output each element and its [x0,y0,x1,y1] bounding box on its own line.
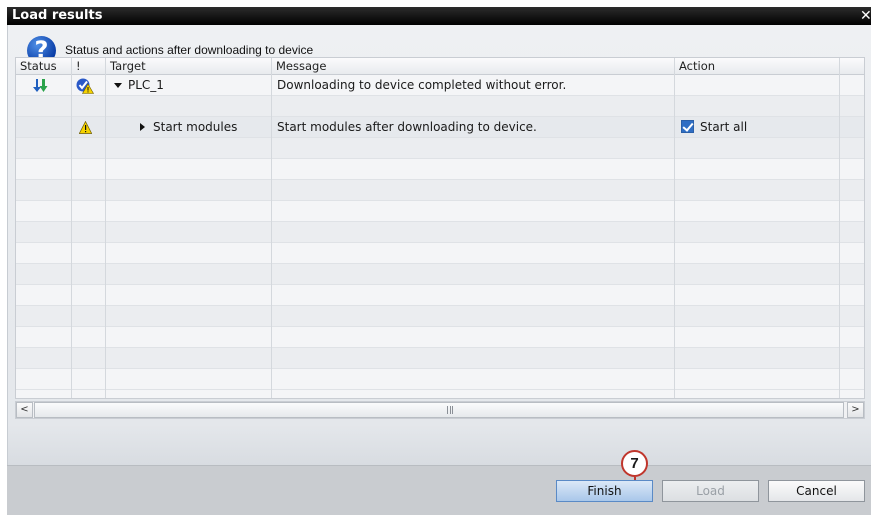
column-divider [674,58,675,398]
scroll-right-button[interactable]: > [847,402,864,418]
table-row [16,369,864,390]
warning-icon [79,121,92,134]
target-cell: PLC_1 [110,75,270,96]
load-results-dialog: Load results ✕ ? Status and actions afte… [0,0,871,517]
checkmark-warning-icon [76,78,94,94]
results-grid: Status ! Target Message Action PLC_1 Dow… [15,57,865,399]
table-row [16,222,864,243]
message-cell: Start modules after downloading to devic… [277,120,537,134]
cancel-button[interactable]: Cancel [768,480,865,502]
column-header-filler [840,58,864,75]
header-text: Status and actions after downloading to … [65,43,314,57]
table-row [16,264,864,285]
table-row [16,180,864,201]
title-bar: Load results ✕ [7,7,871,25]
column-divider [105,58,106,398]
table-row [16,159,864,180]
column-header-message[interactable]: Message [272,58,675,75]
finish-button[interactable]: Finish [556,480,653,502]
action-cell[interactable]: Start all [677,117,837,138]
scroll-grip-icon [447,406,453,414]
target-label: PLC_1 [128,78,164,92]
table-row [16,327,864,348]
expand-arrow-icon[interactable] [114,83,122,88]
close-icon[interactable]: ✕ [860,7,871,25]
column-header-status[interactable]: Status [16,58,72,75]
table-row [16,138,864,159]
column-divider [71,58,72,398]
expand-arrow-icon[interactable] [140,123,145,131]
target-label: Start modules [153,120,238,134]
load-button[interactable]: Load [662,480,759,502]
grid-header: Status ! Target Message Action [16,58,864,75]
message-cell: Downloading to device completed without … [277,78,567,92]
target-cell: Start modules [136,117,270,138]
scroll-left-button[interactable]: < [16,402,33,418]
table-row [16,243,864,264]
table-row[interactable]: PLC_1 Downloading to device completed wi… [16,75,864,96]
column-header-target[interactable]: Target [106,58,272,75]
table-row [16,348,864,369]
download-icon [33,79,48,92]
column-header-action[interactable]: Action [675,58,840,75]
horizontal-scrollbar[interactable]: < > [15,401,865,419]
column-divider [271,58,272,398]
start-all-checkbox[interactable] [681,120,694,133]
column-header-alarm[interactable]: ! [72,58,106,75]
dialog-title: Load results [12,8,103,23]
table-row [16,306,864,327]
table-row [16,96,864,117]
table-row [16,201,864,222]
scroll-thumb[interactable] [34,402,844,418]
start-all-label: Start all [700,120,748,134]
table-row [16,285,864,306]
column-divider [839,58,840,398]
table-row[interactable]: Start modules Start modules after downlo… [16,117,864,138]
step-callout-badge: 7 [621,450,648,477]
